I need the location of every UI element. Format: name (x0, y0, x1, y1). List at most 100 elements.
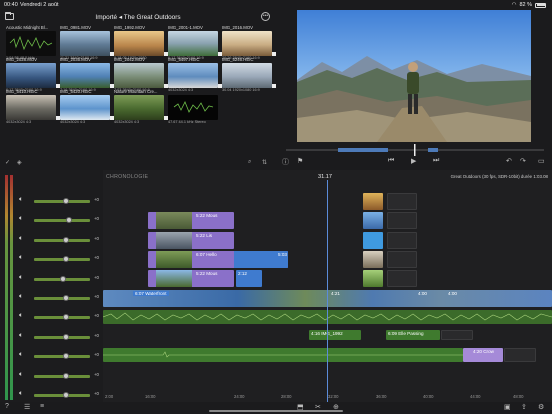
clip-item[interactable]: IMG_2028.MOV 6:17 3840x2160 16:9 (6, 57, 60, 93)
sort-icon[interactable]: ⇅ (262, 159, 267, 166)
volume-knob[interactable] (65, 217, 72, 224)
clip-item[interactable]: IMG_5246.HEIC 30.04 1920x1080 16:9 (222, 57, 276, 93)
play-icon[interactable]: ▶ (411, 157, 416, 165)
clip-item[interactable]: 47.67 44.1 kHz Stereo (168, 89, 218, 125)
clip-item[interactable]: Acoustic Midnight Bl... 1:04:58 48.0 kHz (6, 25, 56, 61)
waveform-icon (173, 101, 214, 113)
volume-knob[interactable] (62, 295, 69, 301)
settings-icon[interactable]: ⚙ (538, 403, 544, 411)
info-icon[interactable]: ⓘ (282, 157, 289, 167)
timeline-slot[interactable] (387, 251, 417, 268)
timeline-clip[interactable] (363, 251, 383, 268)
speaker-icon[interactable]: 🔈︎ (19, 371, 23, 379)
mixer-row: 🔈︎ +0 (16, 371, 102, 381)
layers-icon[interactable]: ◈ (17, 159, 22, 166)
clip-item[interactable]: IMG_1992.MOV 9:18.05 1920x1080 (114, 25, 168, 61)
gain-label: +0 (94, 371, 99, 377)
speaker-icon[interactable]: 🔈︎ (19, 215, 23, 223)
search-icon[interactable]: ⌕ (248, 159, 251, 166)
check-icon[interactable]: ✓ (5, 159, 10, 166)
audio-clip[interactable] (103, 348, 463, 362)
volume-knob[interactable] (62, 198, 69, 204)
volume-knob[interactable] (62, 256, 69, 263)
clip-item[interactable]: Nature Mountain Cre... 4032x3024 4:3 (114, 89, 168, 125)
gain-label: +0 (94, 313, 99, 319)
timeline-clip[interactable] (363, 270, 383, 287)
clip-thumbnail (6, 95, 56, 120)
browser-title[interactable]: Importé ◂ The Great Outdoors (0, 13, 276, 21)
timecode: 31.17 (318, 174, 332, 180)
timeline-clip[interactable] (363, 212, 383, 229)
photo-icon[interactable]: ▣ (504, 403, 511, 411)
playhead[interactable] (327, 180, 328, 402)
timeline-clip[interactable] (363, 232, 383, 249)
timeline-clip[interactable]: 5:22 Lis (148, 232, 234, 249)
volume-knob[interactable] (62, 372, 69, 379)
timeline-slot[interactable] (387, 193, 417, 210)
next-frame-icon[interactable]: ⏭ (433, 157, 439, 165)
scrub-bar[interactable] (278, 143, 552, 156)
gain-label: +0 (94, 294, 99, 299)
clip-meta: 4032x3024 4:3 (114, 120, 140, 124)
volume-knob[interactable] (62, 392, 69, 398)
volume-knob[interactable] (62, 353, 69, 360)
video-preview[interactable] (297, 10, 531, 142)
lines-icon[interactable]: ≡ (40, 403, 44, 410)
more-icon[interactable]: ••• (261, 12, 270, 21)
timeline-slot[interactable] (441, 330, 473, 340)
clip-item[interactable]: IMG_5420.HEIC 4032x3024 4:3 (60, 89, 114, 125)
tracks-icon[interactable]: ☰ (24, 403, 30, 411)
volume-knob[interactable] (60, 275, 66, 282)
clip-meta: 30.04 1920x1080 16:9 (222, 88, 260, 92)
ruler-tick: 40:00 (423, 394, 434, 399)
clip-name: Nature Mountain Cre... (114, 89, 158, 94)
prev-frame-icon[interactable]: ⏮ (388, 157, 394, 165)
speaker-icon[interactable]: 🔈︎ (19, 293, 23, 301)
ruler-tick: 48:00 (513, 394, 524, 399)
undo-icon[interactable]: ↶ (506, 157, 512, 165)
speaker-icon[interactable]: 🔈︎ (19, 312, 23, 320)
clip-thumbnail (222, 31, 272, 56)
clip-item[interactable]: IMG_5410.HEIC 4032x3024 4:3 (6, 89, 60, 125)
help-icon[interactable]: ? (5, 403, 9, 410)
volume-slider[interactable] (34, 219, 90, 223)
clip-item[interactable]: IMG_2001-1.MOV 6:17 3840x2160 16:9 (168, 25, 222, 61)
clip-thumbnail (6, 31, 56, 56)
clip-thumbnail (60, 31, 110, 56)
timeline-slot[interactable] (387, 232, 417, 249)
audio-clip[interactable]: 6:09 Elle Passing (386, 330, 440, 340)
audio-clip[interactable]: 4:16 IMG_1992 (309, 330, 361, 340)
timeline-slot[interactable] (387, 270, 417, 287)
timeline-slot[interactable] (504, 348, 536, 362)
speaker-icon[interactable]: 🔈︎ (19, 254, 23, 262)
volume-knob[interactable] (62, 314, 69, 321)
clip-item[interactable]: IMG_2035.MOV 7:16 3840x2160 16:9 (60, 57, 114, 93)
gain-label: +0 (94, 255, 99, 261)
clip-item[interactable]: IMG_2042.MOV 7:03 3840x2160 16:9 (114, 57, 168, 93)
timeline-clip[interactable]: 5:22 Mous (148, 212, 234, 229)
marker-icon[interactable]: ⚑ (297, 157, 303, 165)
timeline-clip[interactable]: 2:12 (236, 270, 262, 287)
redo-icon[interactable]: ↷ (520, 157, 526, 165)
clip-thumbnail (6, 63, 56, 88)
clip-item[interactable]: IMG_0981.MOV 11:21 3840x2160 16:9 (60, 25, 114, 61)
clip-item[interactable]: IMG_2016.MOV 20:26 3840x2160 16:9 (222, 25, 276, 61)
audio-clip[interactable]: 4:20 Crow (463, 348, 503, 362)
timeline-slot[interactable] (387, 212, 417, 229)
clip-item[interactable]: IMG_5497.HEIC 4032x3024 4:3 (168, 57, 222, 93)
speaker-icon[interactable]: 🔈︎ (19, 390, 23, 398)
timeline-clip[interactable]: 6:07 Hello 5:03 (148, 251, 288, 268)
speaker-icon[interactable]: 🔈︎ (19, 351, 23, 359)
timeline-clip[interactable]: 5:22 Mous (148, 270, 234, 287)
timeline-clip[interactable] (363, 193, 383, 210)
speaker-icon[interactable]: 🔈︎ (19, 332, 23, 340)
speaker-icon[interactable]: 🔈︎ (19, 235, 23, 243)
fullscreen-icon[interactable]: ▭ (538, 157, 545, 165)
flag-icon (272, 84, 276, 88)
speaker-icon[interactable]: 🔈︎ (19, 274, 23, 282)
volume-knob[interactable] (62, 333, 69, 340)
share-icon[interactable]: ⇪ (521, 403, 527, 411)
speaker-icon[interactable]: 🔈︎ (19, 196, 23, 204)
volume-knob[interactable] (62, 236, 69, 243)
browser-footer: ✓ ◈ ⌕ ⇅ (0, 158, 276, 168)
